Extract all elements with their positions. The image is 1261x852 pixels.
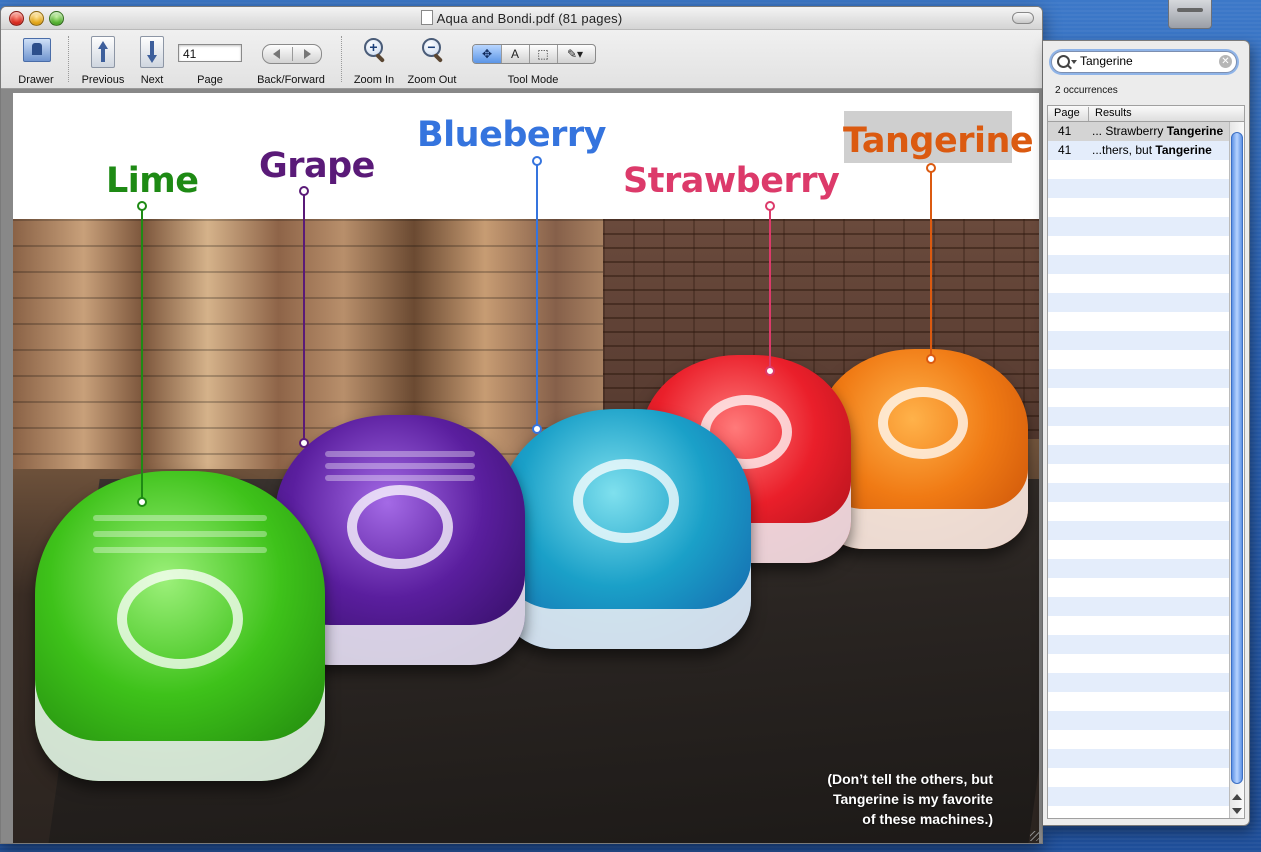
annotate-tool-icon[interactable]: ✎▾ [557, 45, 593, 63]
search-drawer: ✕ 2 occurrences Page Results 41 ... Stra… [1043, 40, 1250, 826]
vertical-scrollbar[interactable] [1229, 122, 1244, 818]
results-rows: 41 ... Strawberry Tangerine 41 ...thers,… [1048, 122, 1230, 818]
result-text: ... Strawberry Tangerine [1092, 124, 1223, 138]
document-icon [420, 10, 433, 25]
result-context: ...thers, but [1092, 143, 1156, 157]
search-menu-chevron-icon[interactable] [1071, 60, 1077, 64]
move-tool-icon[interactable]: ✥ [473, 45, 502, 63]
scroll-up-arrow-icon[interactable] [1232, 794, 1242, 800]
results-header: Page Results [1048, 106, 1244, 122]
drawer-label: Drawer [18, 74, 54, 86]
window-title-text: Aqua and Bondi.pdf (81 pages) [436, 11, 623, 26]
search-icon [1057, 55, 1070, 68]
result-match: Tangerine [1166, 124, 1224, 138]
search-input[interactable] [1080, 53, 1210, 69]
zoom-out-icon: − [420, 36, 448, 68]
tool-mode-segmented: ✥ A ⬚ ✎▾ [472, 44, 596, 64]
table-row[interactable]: 41 ... Strawberry Tangerine [1048, 122, 1230, 141]
title-bar[interactable]: Aqua and Bondi.pdf (81 pages) [1, 7, 1042, 30]
back-forward-label: Back/Forward [257, 74, 325, 86]
search-results-table: Page Results 41 ... Strawberry Tangerine… [1047, 105, 1245, 819]
up-arrow-icon [91, 36, 115, 68]
document-view[interactable]: Lime Grape Blueberry Strawberry Tangerin… [1, 89, 1042, 843]
result-context: ... Strawberry [1092, 124, 1167, 138]
segment-divider [292, 47, 293, 61]
clear-search-icon[interactable]: ✕ [1219, 55, 1232, 68]
result-match: Tangerine [1155, 143, 1212, 157]
toolbar: Drawer Previous Next 41 Page Back/Forwar… [1, 30, 1042, 89]
window-title: Aqua and Bondi.pdf (81 pages) [1, 10, 1042, 26]
drawer-icon [23, 38, 51, 62]
text-tool-icon[interactable]: A [501, 45, 530, 63]
back-forward-segmented [262, 44, 322, 64]
column-header-results[interactable]: Results [1088, 107, 1132, 121]
occurrences-count: 2 occurrences [1055, 85, 1118, 96]
select-tool-icon[interactable]: ⬚ [529, 45, 558, 63]
toolbar-separator [68, 36, 69, 82]
back-arrow-icon[interactable] [273, 49, 280, 59]
pdf-page[interactable]: Lime Grape Blueberry Strawberry Tangerin… [13, 93, 1039, 843]
scroll-down-arrow-icon[interactable] [1232, 808, 1242, 814]
result-text: ...thers, but Tangerine [1092, 143, 1212, 157]
search-field[interactable]: ✕ [1051, 51, 1237, 73]
page-number-field[interactable]: 41 [178, 44, 242, 62]
toolbar-toggle-button[interactable] [1012, 12, 1034, 24]
hard-drive-icon[interactable] [1168, 0, 1212, 29]
scroll-thumb[interactable] [1231, 132, 1243, 784]
zoom-in-icon: + [362, 36, 390, 68]
down-arrow-icon [140, 36, 164, 68]
callout-lines [137, 156, 936, 507]
column-header-page[interactable]: Page [1054, 107, 1080, 119]
result-page: 41 [1058, 143, 1072, 157]
preview-window: Aqua and Bondi.pdf (81 pages) Drawer Pre… [0, 6, 1043, 844]
resize-grip[interactable] [1030, 831, 1040, 841]
result-page: 41 [1058, 124, 1072, 138]
table-row[interactable]: 41 ...thers, but Tangerine [1048, 141, 1230, 160]
tool-mode-label: Tool Mode [507, 74, 559, 86]
forward-arrow-icon[interactable] [304, 49, 311, 59]
